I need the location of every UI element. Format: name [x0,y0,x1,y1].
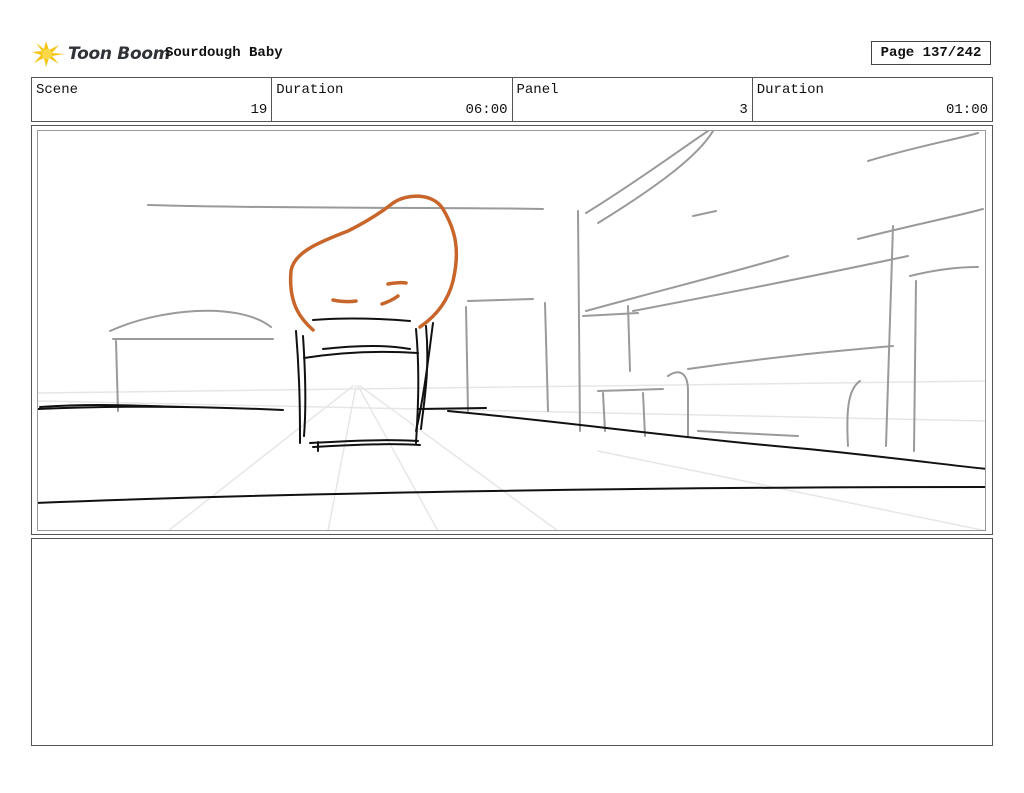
starburst-logo-icon [32,41,65,67]
panel-notes-area [31,538,993,746]
panel-cell: Panel 3 [513,78,753,121]
scene-label: Scene [36,82,79,98]
panel-duration-cell: Duration 01:00 [753,78,992,121]
scene-duration-value: 06:00 [465,102,508,118]
panel-value: 3 [739,102,748,118]
storyboard-sketch [38,131,985,530]
logo-text: Toon Boom [68,44,171,64]
scene-value: 19 [250,102,268,118]
scene-info-bar: Scene 19 Duration 06:00 Panel 3 Duration… [31,77,993,122]
panel-duration-value: 01:00 [945,102,988,118]
toon-boom-logo: Toon Boom [32,36,170,72]
scene-duration-cell: Duration 06:00 [272,78,513,121]
page-number: Page 137/242 [880,45,982,61]
storyboard-panel-image [37,130,986,531]
page-number-box: Page 137/242 [871,41,991,65]
scene-cell: Scene 19 [32,78,273,121]
panel-duration-label: Duration [756,82,824,98]
scene-duration-label: Duration [276,82,344,98]
project-title: Sourdough Baby [165,45,283,61]
panel-label: Panel [516,82,559,98]
